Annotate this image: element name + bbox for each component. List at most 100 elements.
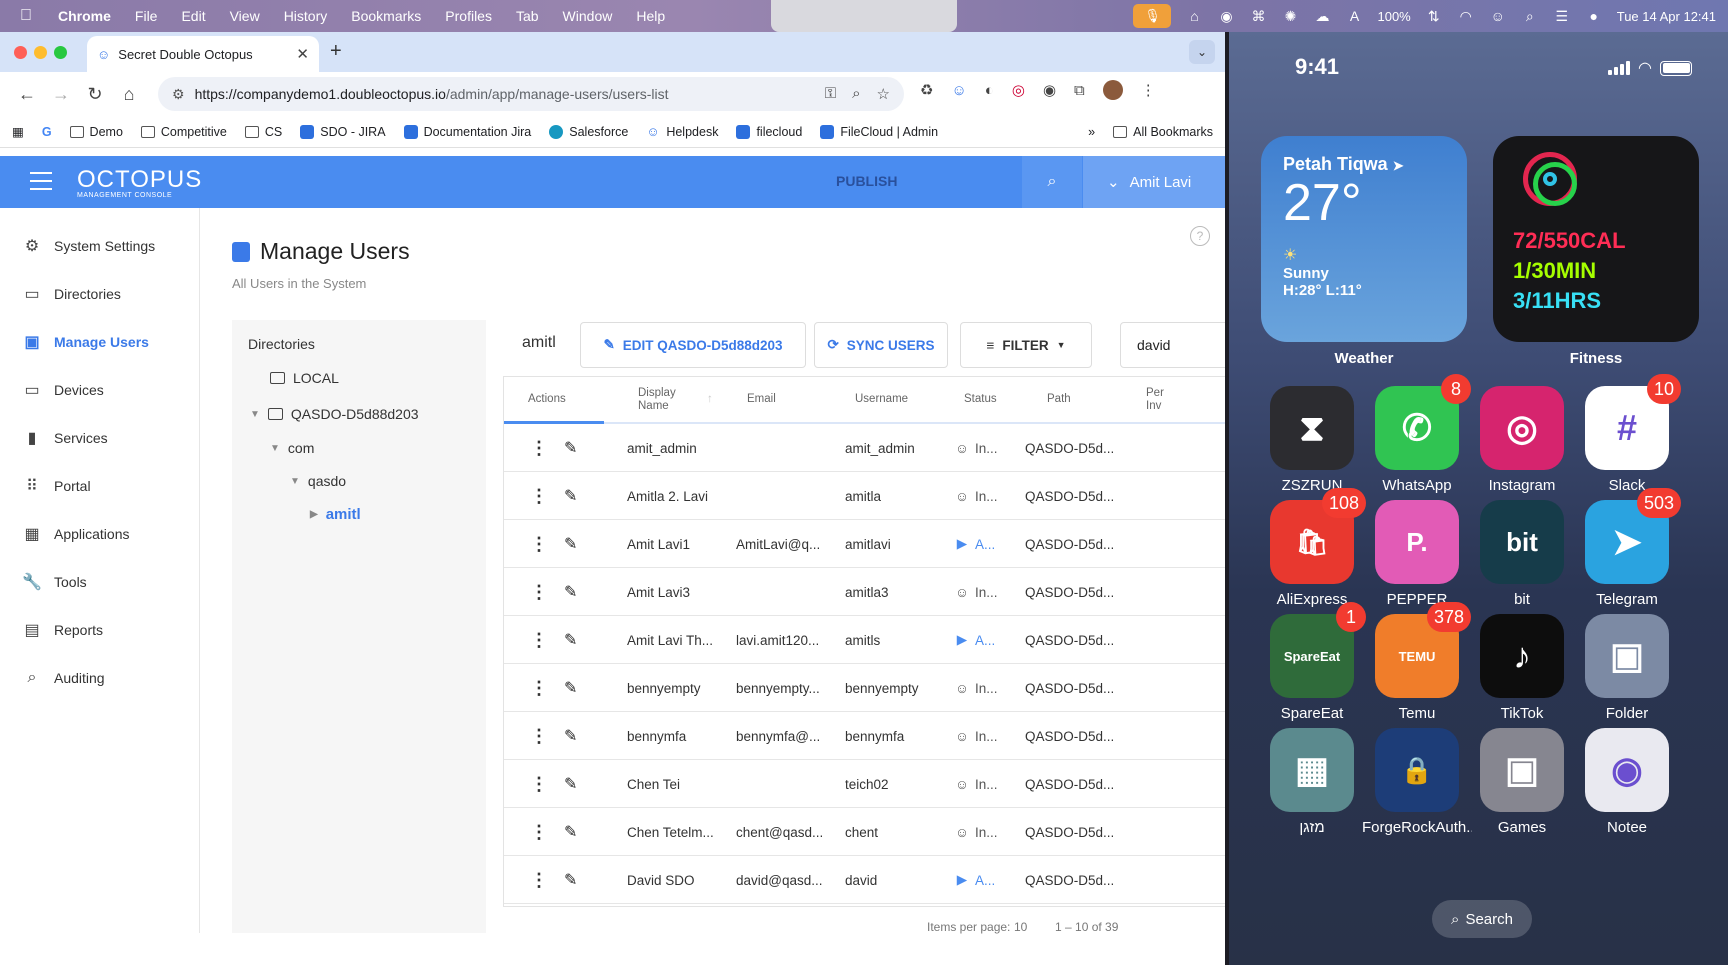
edit-pencil-icon[interactable]: ✎ xyxy=(564,424,577,472)
table-row[interactable]: ⋮ ✎ Chen Tei teich02 ☺ In... QASDO-D5d... xyxy=(504,760,1225,808)
row-menu-icon[interactable]: ⋮ xyxy=(530,664,548,712)
user-icon[interactable]: ☺ xyxy=(1489,7,1507,25)
extension-password-icon[interactable]: ◉ xyxy=(1043,81,1056,99)
menu-view[interactable]: View xyxy=(218,8,272,24)
publish-button[interactable]: PUBLISH xyxy=(836,173,897,189)
menu-profiles[interactable]: Profiles xyxy=(433,8,504,24)
app-folder[interactable]: ▣ Folder xyxy=(1572,614,1682,722)
new-tab-button[interactable]: + xyxy=(330,40,342,63)
tab-search-button[interactable]: ⌄ xyxy=(1189,40,1215,64)
sort-arrow-icon[interactable]: ↑ xyxy=(707,377,713,422)
table-row[interactable]: ⋮ ✎ Amit Lavi3 amitla3 ☺ In... QASDO-D5d... xyxy=(504,568,1225,616)
row-menu-icon[interactable]: ⋮ xyxy=(530,760,548,808)
control-center-icon[interactable]: ☰ xyxy=(1553,7,1571,25)
keyboard-input-icon[interactable]: A xyxy=(1345,7,1363,25)
table-row[interactable]: ⋮ ✎ bennymfa bennymfa@... bennymfa ☺ In... QASD… xyxy=(504,712,1225,760)
sidebar-item-applications[interactable]: ▦ Applications xyxy=(0,510,199,558)
menu-help[interactable]: Help xyxy=(624,8,677,24)
row-menu-icon[interactable]: ⋮ xyxy=(530,424,548,472)
column-display-name[interactable]: Display Name xyxy=(638,377,676,422)
table-row[interactable]: ⋮ ✎ David SDO david@qasd... david ▶ A... QASDO-… xyxy=(504,856,1225,904)
grid-search-input[interactable]: david xyxy=(1120,322,1225,368)
menu-history[interactable]: History xyxy=(272,8,340,24)
app-forgerockauth[interactable]: 🔒 ForgeRockAuth... xyxy=(1362,728,1472,836)
browser-tab[interactable]: ☺ Secret Double Octopus ✕ xyxy=(87,36,319,72)
edit-pencil-icon[interactable]: ✎ xyxy=(564,808,577,856)
sidebar-item-auditing[interactable]: ⌕ Auditing xyxy=(0,654,199,702)
user-menu[interactable]: ⌄ Amit Lavi xyxy=(1083,156,1225,208)
app-games[interactable]: ▣ Games xyxy=(1467,728,1577,836)
wifi-icon[interactable]: ◠ xyxy=(1457,7,1475,25)
bookmark-filecloud[interactable]: filecloud xyxy=(736,124,802,139)
caret-down-icon[interactable]: ▼ xyxy=(250,409,260,420)
menu-tab[interactable]: Tab xyxy=(504,8,551,24)
weather-widget[interactable]: Petah Tiqwa ➤ 27° ☀ Sunny H:28° L:11° xyxy=(1261,136,1467,342)
row-menu-icon[interactable]: ⋮ xyxy=(530,616,548,664)
close-tab-icon[interactable]: ✕ xyxy=(296,45,309,63)
caret-down-icon[interactable]: ▼ xyxy=(290,476,300,487)
header-search-icon[interactable]: ⌕ xyxy=(1022,156,1082,208)
battery-percent[interactable]: 100% xyxy=(1377,9,1410,24)
edit-pencil-icon[interactable]: ✎ xyxy=(564,568,577,616)
table-row[interactable]: ⋮ ✎ Amit Lavi Th... lavi.amit120... amitls ▶ A… xyxy=(504,616,1225,664)
tree-node-com[interactable]: ▼ com xyxy=(270,440,314,456)
extension-color-icon[interactable]: ◎ xyxy=(1012,81,1025,99)
sidebar-item-reports[interactable]: ▤ Reports xyxy=(0,606,199,654)
octopus-logo[interactable]: OCTOPUS MANAGEMENT CONSOLE xyxy=(77,166,202,199)
column-permissions[interactable]: Per Inv xyxy=(1146,377,1164,422)
sidebar-item-services[interactable]: ▮ Services xyxy=(0,414,199,462)
bookmark-star-icon[interactable]: ☆ xyxy=(877,85,890,103)
column-status[interactable]: Status xyxy=(964,377,997,422)
hamburger-menu-icon[interactable] xyxy=(30,172,52,190)
camera-status-icon[interactable]: ⌂ xyxy=(1185,7,1203,25)
sidebar-item-system-settings[interactable]: ⚙ System Settings xyxy=(0,222,199,270)
google-bookmark-icon[interactable]: G xyxy=(42,125,52,139)
caret-right-icon[interactable]: ▶ xyxy=(310,509,318,520)
chrome-menu-icon[interactable]: ⋮ xyxy=(1141,81,1156,99)
column-username[interactable]: Username xyxy=(855,377,908,422)
edit-pencil-icon[interactable]: ✎ xyxy=(564,616,577,664)
sidebar-item-tools[interactable]: 🔧 Tools xyxy=(0,558,199,606)
row-menu-icon[interactable]: ⋮ xyxy=(530,568,548,616)
tree-node-root[interactable]: ▼ QASDO-D5d88d203 xyxy=(250,406,419,422)
app-temu[interactable]: TEMU 378 Temu xyxy=(1362,602,1472,722)
edit-pencil-icon[interactable]: ✎ xyxy=(564,760,577,808)
close-window-button[interactable] xyxy=(14,46,27,59)
app-pepper[interactable]: P. PEPPER xyxy=(1362,500,1472,608)
microphone-icon[interactable]: 🎙 xyxy=(1133,4,1172,28)
tree-node-qasdo[interactable]: ▼ qasdo xyxy=(290,473,346,489)
app-bit[interactable]: bit bit xyxy=(1467,500,1577,608)
app-tiktok[interactable]: ♪ TikTok xyxy=(1467,614,1577,722)
edit-directory-button[interactable]: ✎ EDIT QASDO-D5d88d203 xyxy=(580,322,806,368)
forward-button[interactable]: → xyxy=(44,77,78,111)
app-telegram[interactable]: ➤ 503 Telegram xyxy=(1572,488,1682,608)
app-notee[interactable]: ◉ Notee xyxy=(1572,728,1682,836)
airdrop-icon[interactable]: ⇅ xyxy=(1425,7,1443,25)
edit-pencil-icon[interactable]: ✎ xyxy=(564,664,577,712)
back-button[interactable]: ← xyxy=(10,77,44,111)
extensions-puzzle-icon[interactable]: ⧉ xyxy=(1074,82,1085,99)
sidebar-item-portal[interactable]: ⠿ Portal xyxy=(0,462,199,510)
address-bar[interactable]: ⚙ https://companydemo1.doubleoctopus.io /… xyxy=(158,77,904,111)
bookmark-filecloud-admin[interactable]: FileCloud | Admin xyxy=(820,124,938,139)
apple-menu-icon[interactable]:  xyxy=(0,7,46,25)
reload-button[interactable]: ↻ xyxy=(78,77,112,111)
edit-pencil-icon[interactable]: ✎ xyxy=(564,856,577,904)
apps-grid-icon[interactable]: ▦ xyxy=(12,124,24,139)
bookmark-cs[interactable]: CS xyxy=(244,125,282,139)
menu-datetime[interactable]: Tue 14 Apr 12:41 xyxy=(1617,9,1716,24)
spotlight-icon[interactable]: ⌕ xyxy=(1521,7,1539,25)
extension-incognito-icon[interactable]: ◐ xyxy=(985,82,994,99)
profile-avatar[interactable] xyxy=(1102,80,1123,100)
zoom-window-button[interactable] xyxy=(54,46,67,59)
site-info-icon[interactable]: ⚙ xyxy=(172,86,185,103)
bookmark-documentation-jira[interactable]: Documentation Jira xyxy=(403,124,531,139)
column-path[interactable]: Path xyxy=(1047,377,1071,422)
minimize-window-button[interactable] xyxy=(34,46,47,59)
sync-users-button[interactable]: ⟳ SYNC USERS xyxy=(814,322,948,368)
sidebar-item-directories[interactable]: ▭ Directories xyxy=(0,270,199,318)
row-menu-icon[interactable]: ⋮ xyxy=(530,520,548,568)
command-icon[interactable]: ⌘ xyxy=(1249,7,1267,25)
row-menu-icon[interactable]: ⋮ xyxy=(530,472,548,520)
sidebar-item-manage-users[interactable]: ▣ Manage Users xyxy=(0,318,199,366)
